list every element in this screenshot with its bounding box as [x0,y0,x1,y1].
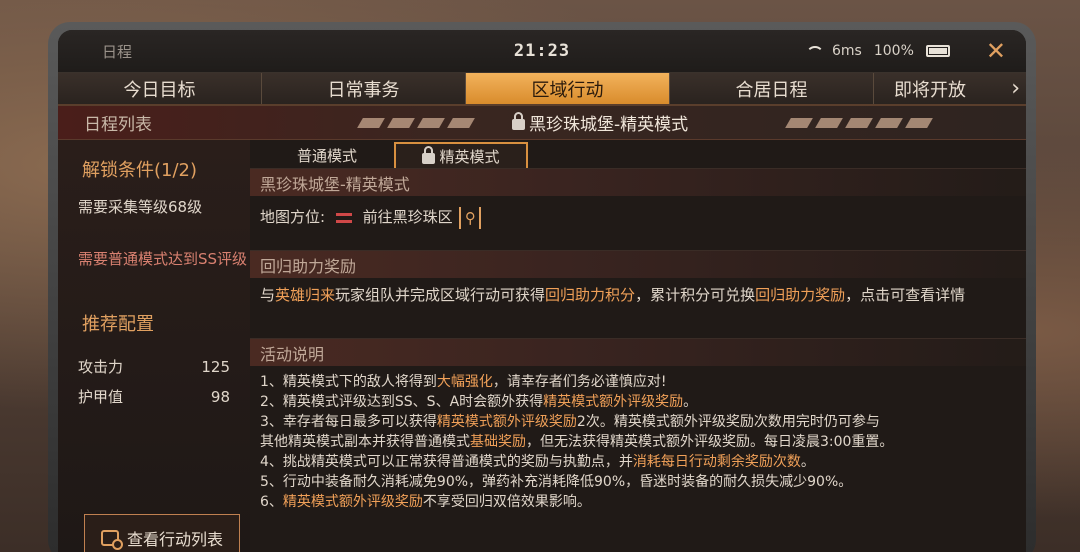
sidebar: 解锁条件(1/2) 需要采集等级68级 需要普通模式达到SS评级 推荐配置 攻击… [58,140,250,552]
list-search-icon [100,530,123,550]
clock: 21:23 [513,41,571,61]
view-action-list-button[interactable]: 查看行动列表 [84,514,240,552]
map-marker-icon [335,212,352,223]
close-icon[interactable]: ✕ [986,37,1006,65]
rule-line: 2、精英模式评级达到SS、S、A时会额外获得精英模式额外评级奖励。 [260,394,698,410]
main-area: 解锁条件(1/2) 需要采集等级68级 需要普通模式达到SS评级 推荐配置 攻击… [58,140,1026,552]
stat-armor: 护甲值 98 [78,388,230,406]
status-indicators: 6ms 100% ✕ [806,37,1006,65]
unlock-requirement-2: 需要普通模式达到SS评级 [78,250,248,268]
tab-normal-mode[interactable]: 普通模式 [260,142,394,168]
header-strip: 日程列表 黑珍珠城堡-精英模式 [58,106,1026,140]
stat-attack: 攻击力 125 [78,358,230,376]
tab-today-goals[interactable]: 今日目标 [58,73,262,104]
content-panel: 普通模式 精英模式 黑珍珠城堡-精英模式 地图方位: 前往黑珍珠区 ⚲ 回归助力… [250,140,1026,552]
map-location-row: 地图方位: 前往黑珍珠区 ⚲ [250,196,1026,250]
unlock-heading: 解锁条件(1/2) [82,160,198,181]
battery-level: 100% [873,43,914,59]
reward-description[interactable]: 与英雄归来玩家组队并完成区域行动可获得回归助力积分，累计积分可兑换回归助力奖励，… [250,278,1026,338]
section-title-location: 黑珍珠城堡-精英模式 [250,168,1026,196]
rule-line: 4、挑战精英模式可以正常获得普通模式的奖励与执勤点，并消耗每日行动剩余奖励次数。 [260,454,815,470]
lock-icon [422,145,436,164]
mode-tabs: 普通模式 精英模式 [250,140,1026,168]
rule-line: 6、精英模式额外评级奖励不享受回归双倍效果影响。 [260,494,591,510]
rule-line: 5、行动中装备耐久消耗减免90%，弹药补充消耗降低90%，昏迷时装备的耐久损失减… [260,474,853,490]
tablet-frame: 日程 21:23 6ms 100% ✕ 今日目标 日常事务 区域行动 合居日程 … [48,22,1036,552]
decor-stripes-left [357,117,475,128]
section-title-activity: 活动说明 [250,338,1026,366]
rule-line: 其他精英模式副本并获得普通模式基础奖励，但无法获得精英模式额外评级奖励。每日凌晨… [260,434,894,450]
latency: 6ms [832,43,862,59]
tab-elite-mode[interactable]: 精英模式 [394,142,528,168]
tab-coming-soon[interactable]: 即将开放 › [874,73,1026,104]
rule-line: 1、精英模式下的敌人将得到大幅强化，请幸存者们务必谨慎应对! [260,374,667,390]
screen: 日程 21:23 6ms 100% ✕ 今日目标 日常事务 区域行动 合居日程 … [58,30,1026,552]
section-title-reward: 回归助力奖励 [250,250,1026,278]
page-title: 黑珍珠城堡-精英模式 [512,110,688,135]
unlock-requirement-1: 需要采集等级68级 [78,198,203,216]
battery-icon [925,45,950,57]
schedule-list-label: 日程列表 [84,115,152,135]
rule-line: 3、幸存者每日最多可以获得精英模式额外评级奖励2次。精英模式额外评级奖励次数用完… [260,414,880,430]
recommended-heading: 推荐配置 [82,314,154,335]
chevron-right-icon[interactable]: › [1011,76,1020,101]
decor-stripes-right [785,117,934,128]
location-pin-icon[interactable]: ⚲ [459,206,482,229]
window-title: 日程 [102,42,133,61]
tab-area-action[interactable]: 区域行动 [466,73,670,104]
goto-location-link[interactable]: 前往黑珍珠区 [363,208,453,226]
tab-daily-affairs[interactable]: 日常事务 [262,73,466,104]
wifi-icon [806,46,825,56]
activity-rules: 1、精英模式下的敌人将得到大幅强化，请幸存者们务必谨慎应对! 2、精英模式评级达… [250,366,1026,518]
tab-bar: 今日目标 日常事务 区域行动 合居日程 即将开放 › [58,72,1026,106]
status-bar: 日程 21:23 6ms 100% ✕ [58,30,1026,72]
lock-icon [512,112,525,130]
tab-cohabit-schedule[interactable]: 合居日程 [670,73,874,104]
